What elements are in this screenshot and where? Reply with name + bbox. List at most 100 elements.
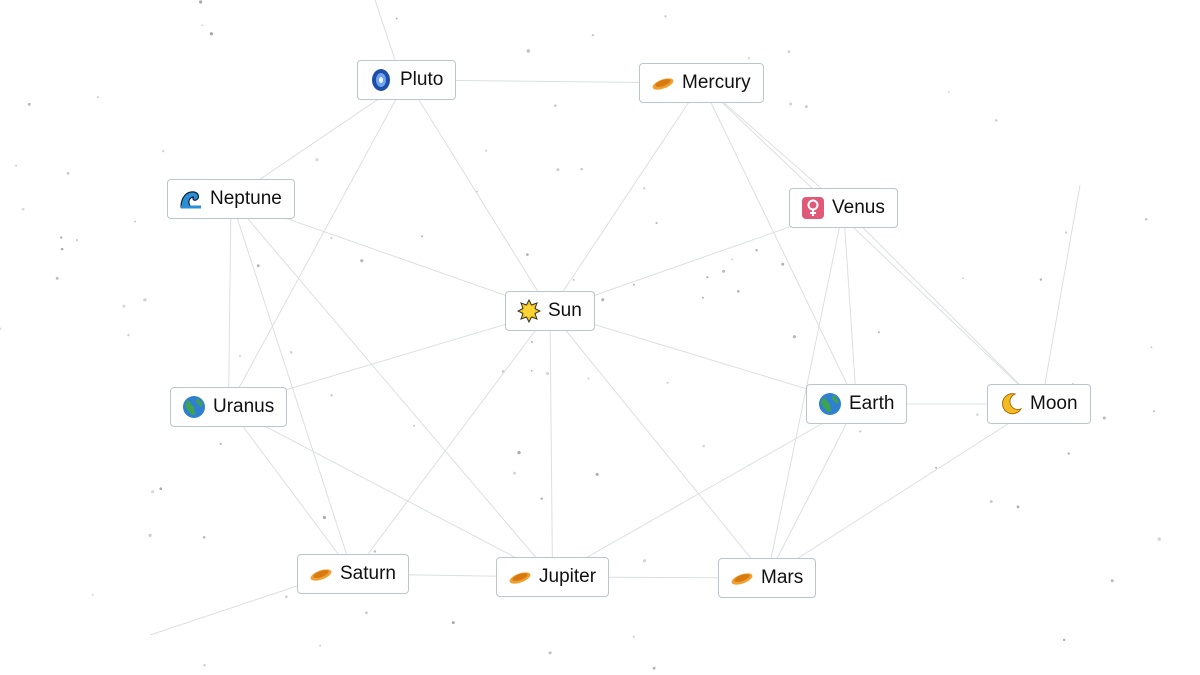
element-moon[interactable]: Moon — [987, 384, 1091, 424]
background-dot — [587, 377, 590, 380]
connection-line-earth-jupiter — [552, 403, 857, 578]
background-dot — [1064, 231, 1068, 234]
background-dot — [1062, 638, 1066, 642]
background-dot — [642, 559, 647, 563]
background-dot — [451, 621, 455, 625]
element-pluto[interactable]: Pluto — [357, 60, 457, 100]
element-label: Uranus — [213, 396, 275, 417]
connection-line-moon-mars — [766, 403, 1040, 579]
female-sign-icon — [801, 196, 825, 220]
element-neptune[interactable]: Neptune — [167, 179, 295, 219]
background-dot — [219, 442, 222, 445]
background-dot — [127, 333, 130, 337]
background-dot — [373, 550, 377, 553]
element-sun[interactable]: Sun — [505, 291, 595, 331]
background-dot — [789, 102, 793, 106]
background-dot — [601, 298, 605, 302]
ringed-planet-icon — [508, 565, 532, 589]
background-dot — [722, 269, 726, 273]
element-label: Mercury — [682, 72, 751, 93]
background-dot — [530, 340, 533, 343]
background-dot — [256, 264, 260, 268]
galaxy-icon — [369, 68, 393, 92]
background-dot — [747, 57, 751, 60]
background-dot — [731, 258, 734, 261]
background-dot — [134, 220, 137, 223]
background-dot — [701, 296, 704, 299]
background-dot — [595, 472, 599, 476]
element-uranus[interactable]: Uranus — [170, 387, 288, 427]
background-dot — [319, 644, 322, 647]
element-label: Pluto — [400, 69, 444, 90]
connection-line-earth-mars — [766, 403, 857, 579]
connection-line-mercury-earth — [701, 82, 857, 405]
background-dot — [55, 276, 59, 280]
background-dot — [148, 533, 152, 538]
background-dot — [737, 290, 740, 293]
background-dot — [322, 515, 326, 520]
background-dot — [484, 149, 488, 152]
background-dot — [315, 158, 319, 162]
background-dot — [655, 221, 658, 225]
element-jupiter[interactable]: Jupiter — [496, 557, 610, 597]
background-dot — [421, 235, 423, 238]
background-dot — [554, 104, 557, 107]
background-dot — [1067, 452, 1070, 455]
connection-line-mercury-moon — [701, 82, 1040, 405]
background-dot — [360, 259, 364, 263]
connection-line-neptune-uranus — [228, 198, 232, 408]
element-mercury[interactable]: Mercury — [639, 63, 764, 103]
background-dot — [203, 664, 206, 667]
background-dot — [365, 611, 368, 615]
background-dot — [289, 350, 293, 354]
background-dot — [632, 635, 635, 638]
background-dot — [787, 50, 791, 53]
background-dot — [947, 91, 950, 94]
background-dot — [962, 277, 965, 280]
background-dot — [1110, 579, 1114, 583]
background-dot — [21, 207, 25, 211]
background-dot — [27, 102, 31, 106]
background-dot — [666, 381, 669, 384]
element-label: Mars — [761, 567, 804, 588]
connection-line — [149, 584, 301, 636]
element-venus[interactable]: Venus — [789, 188, 898, 228]
background-dot — [859, 430, 862, 433]
connection-line-uranus-saturn — [228, 406, 354, 575]
background-dot — [143, 298, 147, 302]
background-dot — [330, 394, 333, 397]
background-dot — [643, 187, 646, 190]
background-dot — [792, 335, 797, 339]
background-dot — [781, 262, 785, 266]
element-label: Venus — [832, 197, 885, 218]
background-dot — [632, 283, 635, 286]
background-dot — [545, 371, 550, 376]
connection-line-uranus-jupiter — [228, 406, 553, 578]
connection-line — [1044, 184, 1081, 385]
background-dot — [66, 172, 70, 175]
sun-icon — [517, 299, 541, 323]
background-dot — [526, 49, 530, 53]
background-dot — [1150, 346, 1153, 349]
element-label: Earth — [849, 393, 895, 414]
ringed-planet-icon — [309, 562, 333, 586]
globe-icon — [182, 395, 206, 419]
background-dot — [1039, 278, 1043, 281]
crescent-moon-icon — [999, 392, 1023, 416]
connection-line-sun-saturn — [352, 310, 551, 575]
background-dot — [517, 450, 521, 455]
background-dot — [755, 249, 758, 252]
element-saturn[interactable]: Saturn — [297, 554, 409, 594]
background-dot — [209, 32, 214, 36]
background-dot — [60, 236, 63, 239]
background-dot — [548, 651, 552, 655]
element-earth[interactable]: Earth — [806, 384, 908, 424]
background-dot — [706, 276, 709, 279]
globe-icon — [818, 392, 842, 416]
background-dot — [285, 595, 288, 599]
background-dot — [652, 666, 656, 670]
background-dot — [1016, 505, 1020, 509]
element-mars[interactable]: Mars — [718, 558, 817, 598]
element-label: Neptune — [210, 188, 282, 209]
connection-line-mercury-sun — [549, 82, 702, 312]
